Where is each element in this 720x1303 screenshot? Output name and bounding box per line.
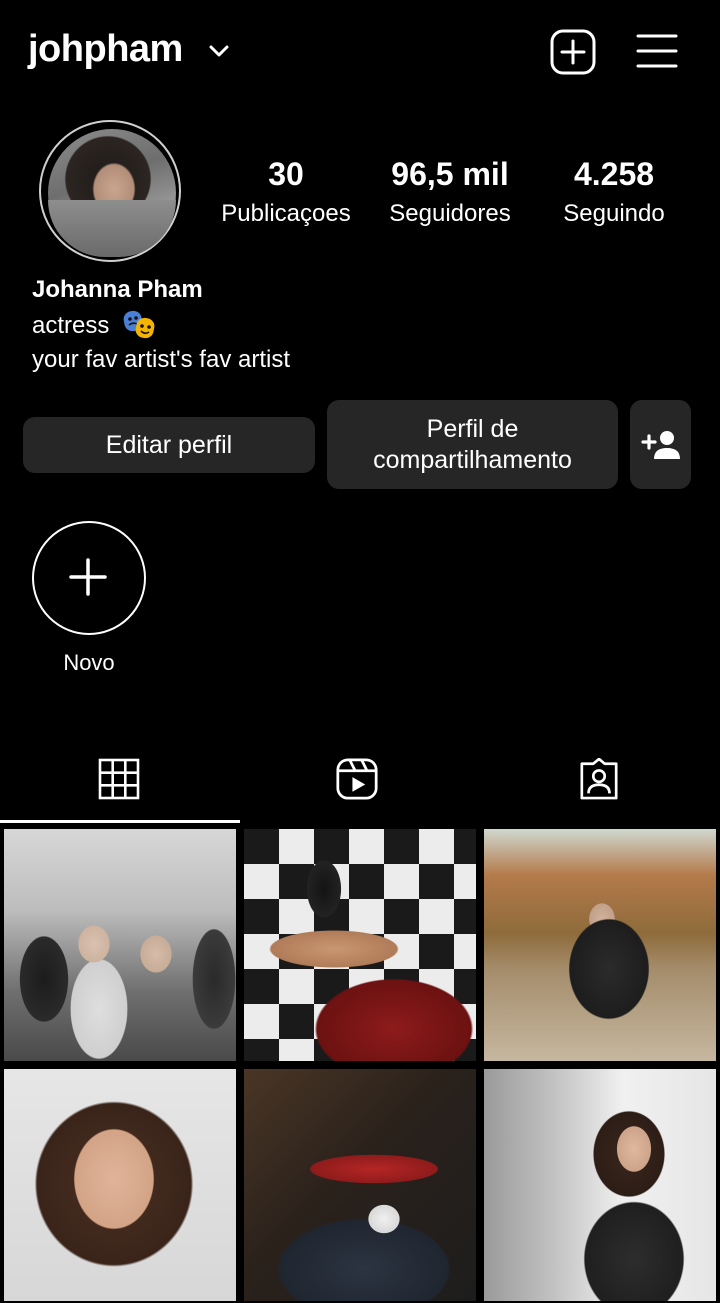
discover-people-button[interactable] [630, 400, 691, 489]
chevron-down-icon[interactable] [206, 38, 232, 64]
reels-icon[interactable] [336, 758, 378, 800]
avatar-photo-detail [48, 200, 176, 257]
following-count-label: Seguindo [563, 200, 665, 227]
new-highlight-label: Novo [63, 650, 115, 675]
bio-line-2: your fav artist's fav artist [32, 346, 290, 373]
grid-icon[interactable] [98, 758, 140, 800]
new-post-icon[interactable] [549, 28, 597, 76]
performing-arts-icon [123, 310, 155, 339]
share-profile-button[interactable]: Perfil de compartilhamento [327, 400, 618, 489]
followers-count-value: 96,5 mil [391, 156, 509, 192]
post-thumbnail[interactable] [244, 1069, 476, 1301]
post-thumbnail[interactable] [244, 829, 476, 1061]
posts-count-value: 30 [268, 156, 304, 192]
post-thumbnail[interactable] [484, 1069, 716, 1301]
posts-count-label: Publicaçoes [221, 200, 351, 227]
post-thumbnail[interactable] [484, 829, 716, 1061]
post-thumbnail[interactable] [4, 1069, 236, 1301]
followers-count-label: Seguidores [389, 200, 511, 227]
active-tab-indicator [0, 820, 240, 823]
edit-profile-button[interactable]: Editar perfil [23, 417, 315, 473]
posts-count[interactable]: 30 Publicaçoes [206, 156, 366, 228]
followers-count[interactable]: 96,5 mil Seguidores [370, 156, 530, 228]
tagged-icon[interactable] [578, 758, 620, 800]
plus-icon [69, 558, 107, 596]
following-count-value: 4.258 [573, 156, 655, 192]
profile-username[interactable]: johpham [28, 28, 183, 71]
post-thumbnail[interactable] [4, 829, 236, 1061]
add-person-icon [640, 430, 680, 459]
bio-line-1: actress [32, 312, 110, 339]
following-count[interactable]: 4.258 Seguindo [534, 156, 694, 228]
menu-icon[interactable] [636, 32, 678, 70]
profile-full-name: Johanna Pham [32, 276, 203, 303]
